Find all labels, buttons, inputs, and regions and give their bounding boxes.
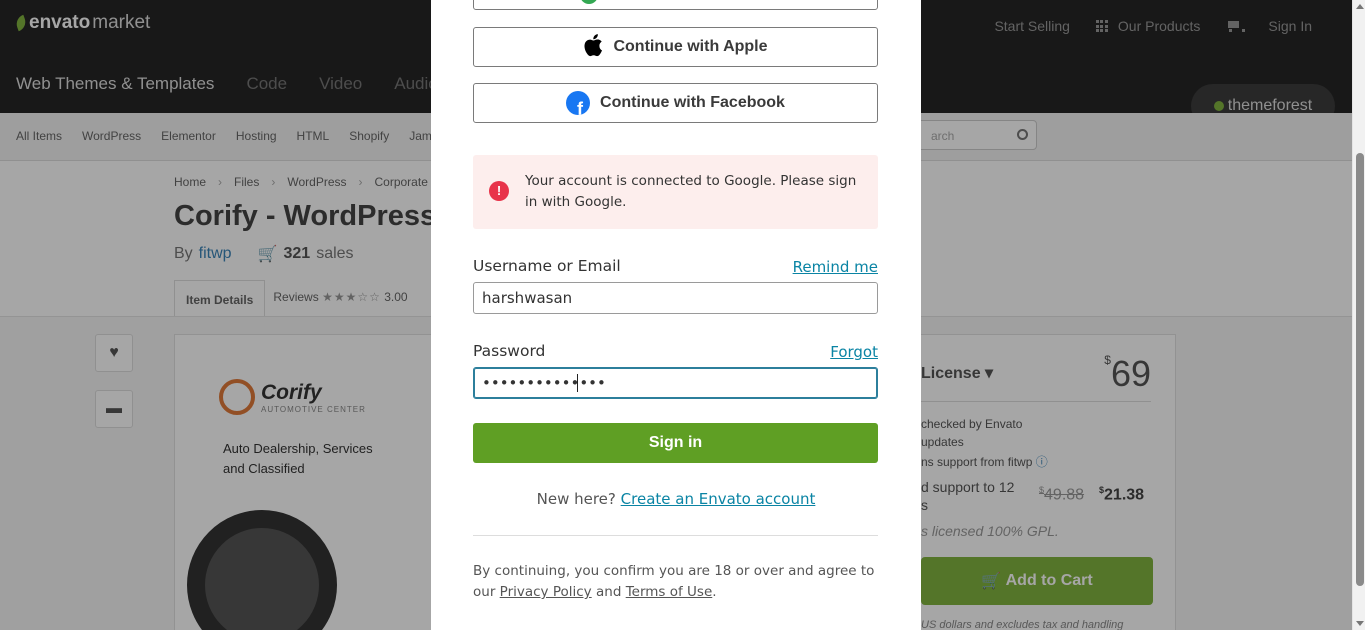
continue-with-facebook-button[interactable]: f Continue with Facebook bbox=[473, 83, 878, 123]
terms-of-use-link[interactable]: Terms of Use bbox=[626, 584, 713, 600]
username-field[interactable] bbox=[473, 282, 878, 314]
scrollbar-thumb[interactable] bbox=[1356, 153, 1364, 586]
new-here-line: New here? Create an Envato account bbox=[431, 490, 921, 508]
google-icon bbox=[580, 0, 598, 4]
sign-in-button[interactable]: Sign in bbox=[473, 423, 878, 463]
remind-me-link[interactable]: Remind me bbox=[793, 258, 878, 276]
legal-notice: By continuing, you confirm you are 18 or… bbox=[473, 561, 878, 603]
continue-with-google-button[interactable] bbox=[473, 0, 878, 10]
scroll-up-arrow-icon[interactable] bbox=[1356, 4, 1364, 9]
password-label: Password bbox=[473, 342, 546, 360]
scroll-down-arrow-icon[interactable] bbox=[1356, 621, 1364, 626]
password-field[interactable] bbox=[473, 367, 878, 399]
continue-with-apple-label: Continue with Apple bbox=[613, 38, 768, 55]
page-scrollbar[interactable] bbox=[1352, 0, 1365, 630]
continue-with-facebook-label: Continue with Facebook bbox=[600, 94, 785, 111]
legal-and: and bbox=[595, 584, 622, 600]
facebook-icon: f bbox=[566, 91, 591, 115]
forgot-password-link[interactable]: Forgot bbox=[830, 343, 878, 361]
create-account-link[interactable]: Create an Envato account bbox=[621, 490, 816, 508]
google-account-alert: ! Your account is connected to Google. P… bbox=[473, 155, 878, 229]
username-label: Username or Email bbox=[473, 257, 621, 275]
legal-suffix: . bbox=[712, 584, 717, 600]
new-here-text: New here? bbox=[536, 490, 616, 508]
continue-with-apple-button[interactable]: Continue with Apple bbox=[473, 27, 878, 67]
text-caret bbox=[577, 374, 578, 392]
exclamation-icon: ! bbox=[489, 181, 509, 201]
alert-message: Your account is connected to Google. Ple… bbox=[525, 173, 857, 210]
privacy-policy-link[interactable]: Privacy Policy bbox=[500, 584, 592, 600]
apple-icon bbox=[583, 33, 603, 62]
sign-in-modal: Continue with Apple f Continue with Face… bbox=[431, 0, 921, 630]
divider bbox=[473, 535, 878, 536]
